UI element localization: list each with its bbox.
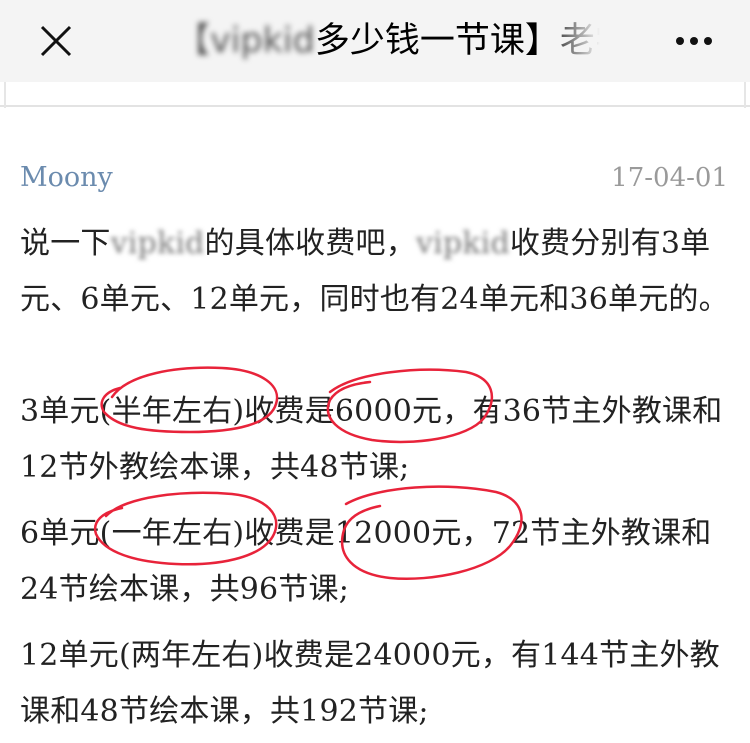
comment-paragraph-1: 说一下vipkid的具体收费吧，vipkid收费分别有3单元、6单元、12单元，…: [20, 216, 732, 328]
more-button[interactable]: [672, 25, 716, 57]
title-text: 多少钱一节课】老学: [314, 21, 600, 61]
close-button[interactable]: [30, 16, 80, 66]
comment-date: 17-04-01: [611, 163, 728, 193]
text-segment: 说一下: [20, 226, 111, 261]
text-segment: 的具体收费吧，: [204, 226, 416, 261]
comment-paragraph-3: 6单元(一年左右)收费是12000元，72节主外教课和24节绘本课，共96节课;: [20, 516, 712, 607]
comment-paragraph-2: 3单元(半年左右)收费是6000元，有36节主外教课和12节外教绘本课，共48节…: [20, 394, 723, 485]
navbar: 【vipkid多少钱一节课】老学: [0, 0, 750, 82]
page-title: 【vipkid多少钱一节课】老学: [175, 0, 600, 82]
close-icon: [40, 25, 72, 57]
article-frame-edge: [4, 82, 746, 108]
blurred-brand: vipkid: [110, 226, 205, 261]
page: 【vipkid多少钱一节课】老学 Moony 17-04-01 说一下vipki…: [0, 0, 750, 743]
comment-author[interactable]: Moony: [20, 160, 113, 196]
blurred-brand: vipkid: [415, 226, 510, 261]
title-blurred-text: 【vipkid: [175, 21, 315, 61]
comment-paragraph-4: 12单元(两年左右)收费是24000元，有144节主外教课和48节绘本课，共19…: [20, 638, 720, 729]
more-dots-icon: [676, 37, 712, 45]
